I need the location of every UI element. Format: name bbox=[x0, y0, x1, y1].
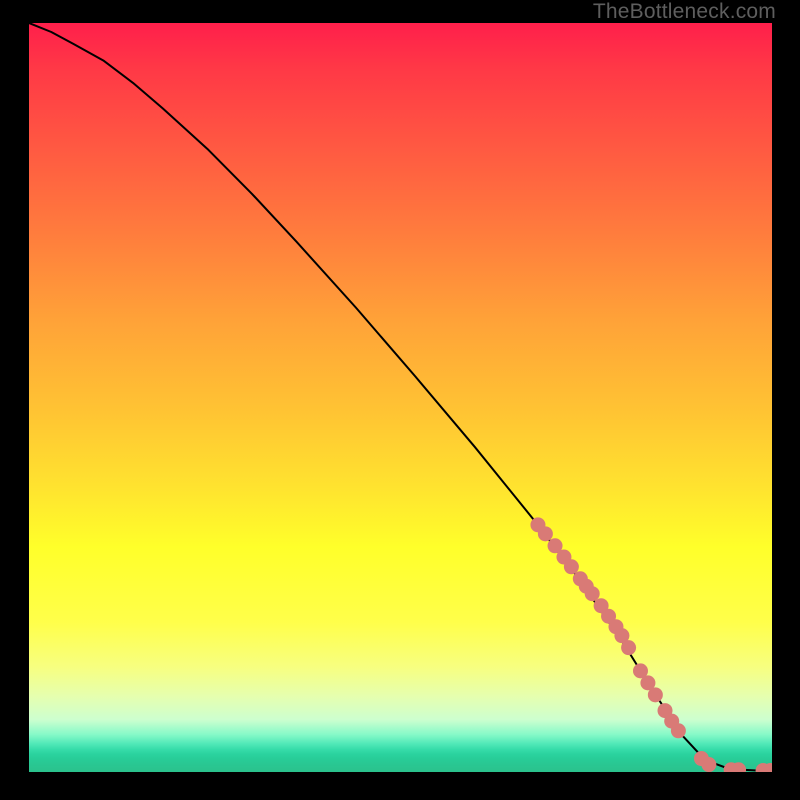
curve-line bbox=[29, 23, 772, 771]
chart-stage: TheBottleneck.com bbox=[0, 0, 800, 800]
data-points bbox=[530, 517, 772, 772]
chart-svg bbox=[29, 23, 772, 772]
attribution-text: TheBottleneck.com bbox=[593, 0, 776, 24]
plot-area bbox=[29, 23, 772, 772]
